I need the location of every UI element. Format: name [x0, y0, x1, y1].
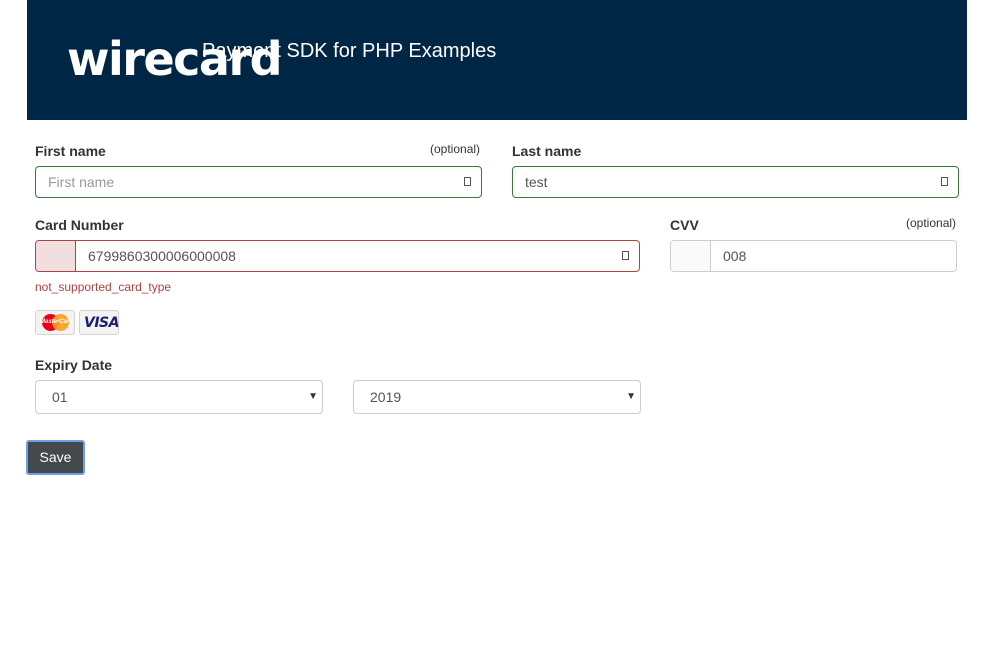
card-number-value: 6799860300006000008 — [88, 248, 236, 264]
first-name-input[interactable]: First name — [35, 166, 482, 198]
mastercard-logo-text: MasterCard — [40, 319, 74, 325]
cvv-addon — [671, 241, 711, 271]
last-name-label: Last name — [512, 143, 582, 159]
dropdown-arrow-icon: ▼ — [308, 391, 318, 402]
last-name-value: test — [525, 174, 548, 190]
header-banner: wirecard Payment SDK for PHP Examples — [27, 0, 967, 120]
success-feedback-icon — [464, 177, 471, 186]
last-name-input[interactable]: test — [512, 166, 959, 198]
expiry-year-value: 2019 — [370, 389, 402, 405]
visa-logo-text: VISA — [84, 315, 119, 331]
expiry-date-label: Expiry Date — [35, 357, 113, 373]
cvv-input[interactable]: 008 — [670, 240, 957, 272]
first-name-placeholder: First name — [48, 174, 115, 190]
card-number-error: not_supported_card_type — [35, 280, 172, 294]
card-number-label: Card Number — [35, 217, 124, 233]
expiry-month-value: 01 — [52, 389, 68, 405]
card-number-input[interactable]: 6799860300006000008 — [35, 240, 640, 272]
error-feedback-icon — [622, 251, 629, 260]
page-title: Payment SDK for PHP Examples — [202, 40, 497, 62]
cvv-optional-hint: (optional) — [906, 216, 957, 230]
save-button[interactable]: Save — [26, 440, 85, 475]
success-feedback-icon — [941, 177, 948, 186]
mastercard-logo: MasterCard — [35, 310, 75, 335]
expiry-month-select[interactable]: 01 ▼ — [35, 380, 323, 414]
dropdown-arrow-icon: ▼ — [626, 391, 636, 402]
cvv-label: CVV — [670, 217, 699, 233]
card-type-addon — [36, 241, 76, 271]
cvv-value: 008 — [723, 248, 747, 264]
first-name-optional-hint: (optional) — [430, 142, 481, 156]
first-name-label: First name — [35, 143, 106, 159]
visa-logo: VISA — [79, 310, 119, 335]
expiry-year-select[interactable]: 2019 ▼ — [353, 380, 641, 414]
